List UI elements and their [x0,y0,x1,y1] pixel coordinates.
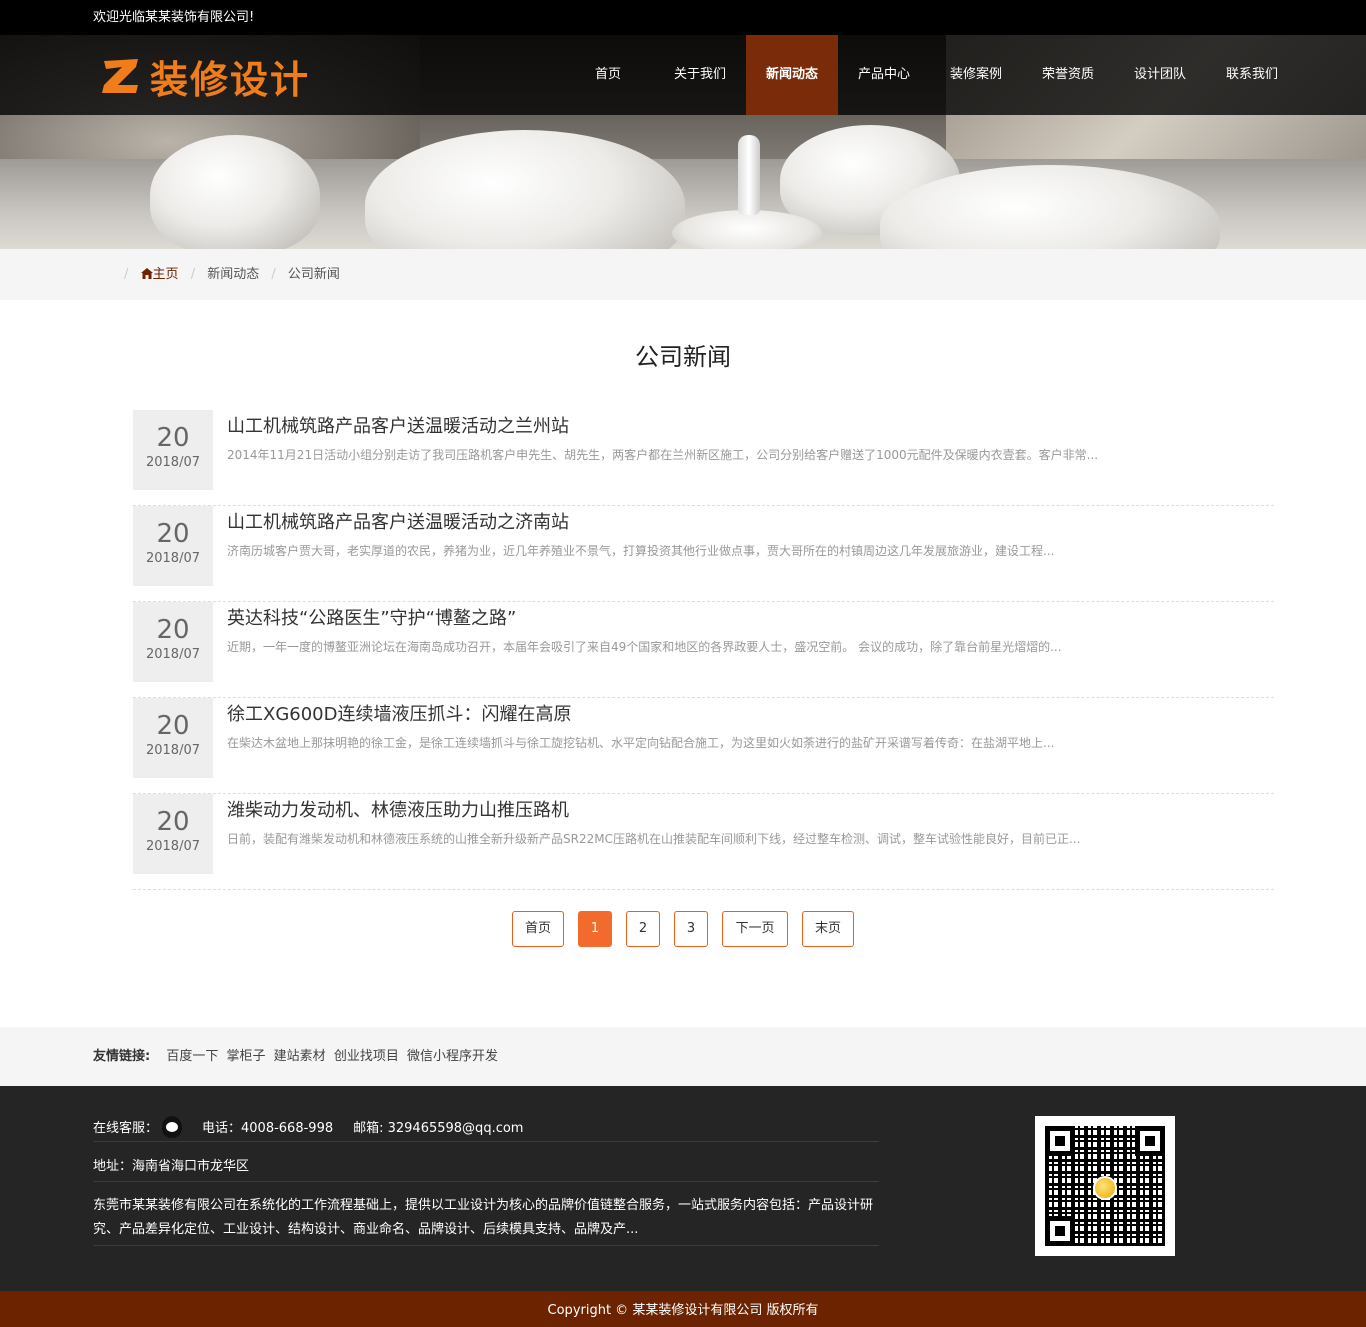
footer-contact-row: 在线客服： 电话：4008-668-998 邮箱: 329465598@qq.c… [93,1112,879,1142]
copyright-bar: Copyright © 某某装修设计有限公司 版权所有 [0,1291,1366,1327]
list-item[interactable]: 20 2018/07 英达科技“公路医生”守护“博鳌之路” 近期，一年一度的博鳌… [133,602,1274,698]
date-year-month: 2018/07 [145,551,200,566]
site-logo[interactable]: 装修设计 [100,51,311,102]
page-title: 公司新闻 [635,343,731,371]
date-day: 20 [156,807,190,837]
nav-item-about[interactable]: 关于我们 [654,35,746,115]
main-navbar: 装修设计 首页 关于我们 新闻动态 产品中心 装修案例 荣誉资质 设计团队 联系… [0,35,1366,115]
online-service-label: 在线客服： [93,1121,159,1136]
breadcrumb-news-link[interactable]: 新闻动态 [207,267,259,282]
list-item[interactable]: 20 2018/07 徐工XG600D连续墙液压抓斗：闪耀在高原 在柴达木盆地上… [133,698,1274,794]
pagination-page-1[interactable]: 1 [578,911,612,947]
news-title-link[interactable]: 潍柴动力发动机、林德液压助力山推压路机 [227,796,569,822]
date-badge: 20 2018/07 [133,602,213,682]
date-badge: 20 2018/07 [133,794,213,874]
z-logo-icon [102,59,138,93]
qr-finder [1045,1216,1075,1246]
news-summary: 近期，一年一度的博鳌亚洲论坛在海南岛成功召开，本届年会吸引了来自49个国家和地区… [227,640,1062,654]
list-item[interactable]: 20 2018/07 潍柴动力发动机、林德液压助力山推压路机 日前，装配有潍柴发… [133,794,1274,890]
breadcrumb-separator: / [124,267,129,282]
pagination-page-3[interactable]: 3 [674,911,708,947]
news-title-link[interactable]: 山工机械筑路产品客户送温暖活动之兰州站 [227,412,569,438]
nav-item-team[interactable]: 设计团队 [1114,35,1206,115]
list-item[interactable]: 20 2018/07 山工机械筑路产品客户送温暖活动之济南站 济南历城客户贾大哥… [133,506,1274,602]
pagination-page-2[interactable]: 2 [626,911,660,947]
date-badge: 20 2018/07 [133,698,213,778]
news-summary: 济南历城客户贾大哥，老实厚道的农民，养猪为业，近几年养殖业不景气，打算投资其他行… [227,544,1055,558]
news-summary: 2014年11月21日活动小组分别走访了我司压路机客户申先生、胡先生，两客户都在… [227,448,1099,462]
news-list: 20 2018/07 山工机械筑路产品客户送温暖活动之兰州站 2014年11月2… [133,410,1274,890]
news-title-link[interactable]: 徐工XG600D连续墙液压抓斗：闪耀在高原 [227,700,572,726]
breadcrumb-home-label: 主页 [152,267,179,282]
nav-item-products[interactable]: 产品中心 [838,35,930,115]
friendly-link[interactable]: 建站素材 [274,1049,326,1064]
copyright-text: Copyright © 某某装修设计有限公司 版权所有 [547,1303,819,1318]
footer-address: 地址：海南省海口市龙华区 [93,1152,879,1182]
footer-about: 东莞市某某装修有限公司在系统化的工作流程基础上，提供以工业设计为核心的品牌价值链… [93,1194,879,1246]
home-icon [140,268,153,279]
friendly-link[interactable]: 微信小程序开发 [407,1049,498,1064]
qr-code-pattern [1045,1126,1165,1246]
footer-phone: 电话：4008-668-998 [202,1121,334,1136]
qr-code-icon [1035,1116,1175,1256]
pagination-next-button[interactable]: 下一页 [722,911,788,947]
news-title-link[interactable]: 山工机械筑路产品客户送温暖活动之济南站 [227,508,569,534]
date-year-month: 2018/07 [145,647,200,662]
qq-icon[interactable] [162,1115,183,1138]
header-banner: 装修设计 首页 关于我们 新闻动态 产品中心 装修案例 荣誉资质 设计团队 联系… [0,35,1366,249]
site-footer: 在线客服： 电话：4008-668-998 邮箱: 329465598@qq.c… [0,1086,1366,1291]
breadcrumb: / 主页 / 新闻动态 / 公司新闻 [0,249,1366,300]
friendly-links: 友情链接: 百度一下 掌柜子 建站素材 创业找项目 微信小程序开发 [0,1027,1366,1086]
friendly-link[interactable]: 创业找项目 [334,1049,399,1064]
banner-vase [738,135,760,215]
news-summary: 在柴达木盆地上那抹明艳的徐工金，是徐工连续墙抓斗与徐工旋挖钻机、水平定向钻配合施… [227,736,1055,750]
friendly-link[interactable]: 百度一下 [166,1049,218,1064]
date-badge: 20 2018/07 [133,506,213,586]
nav-item-home[interactable]: 首页 [562,35,654,115]
nav-item-news[interactable]: 新闻动态 [746,35,838,115]
date-year-month: 2018/07 [145,743,200,758]
date-year-month: 2018/07 [145,455,200,470]
news-title-link[interactable]: 英达科技“公路医生”守护“博鳌之路” [227,604,516,630]
breadcrumb-current: 公司新闻 [287,267,340,282]
qr-finder [1135,1126,1165,1156]
date-badge: 20 2018/07 [133,410,213,490]
date-day: 20 [156,711,190,741]
breadcrumb-separator: / [271,267,276,282]
date-day: 20 [156,615,190,645]
date-day: 20 [156,519,190,549]
banner-table [672,210,822,249]
date-year-month: 2018/07 [145,839,200,854]
friendly-links-label: 友情链接: [93,1049,151,1064]
date-day: 20 [156,423,190,453]
nav-menu: 首页 关于我们 新闻动态 产品中心 装修案例 荣誉资质 设计团队 联系我们 [562,35,1298,115]
welcome-text: 欢迎光临某某装饰有限公司! [93,10,255,25]
friendly-link[interactable]: 掌柜子 [227,1049,266,1064]
qr-center-emoji-icon [1093,1176,1117,1200]
news-summary: 日前，装配有潍柴发动机和林德液压系统的山推全新升级新产品SR22MC压路机在山推… [227,832,1081,846]
breadcrumb-separator: / [190,267,196,282]
welcome-bar: 欢迎光临某某装饰有限公司! [0,0,1366,35]
pagination: 首页 1 2 3 下一页 末页 [0,911,1366,947]
qr-finder [1045,1126,1075,1156]
nav-item-honors[interactable]: 荣誉资质 [1022,35,1114,115]
nav-item-contact[interactable]: 联系我们 [1206,35,1298,115]
pagination-last-button[interactable]: 末页 [802,911,854,947]
banner-chair [150,135,320,249]
pagination-first-button[interactable]: 首页 [512,911,564,947]
breadcrumb-home-link[interactable]: 主页 [140,267,183,282]
nav-item-cases[interactable]: 装修案例 [930,35,1022,115]
footer-email: 邮箱: 329465598@qq.com [353,1121,524,1136]
logo-text: 装修设计 [150,57,311,102]
list-item[interactable]: 20 2018/07 山工机械筑路产品客户送温暖活动之兰州站 2014年11月2… [133,410,1274,506]
